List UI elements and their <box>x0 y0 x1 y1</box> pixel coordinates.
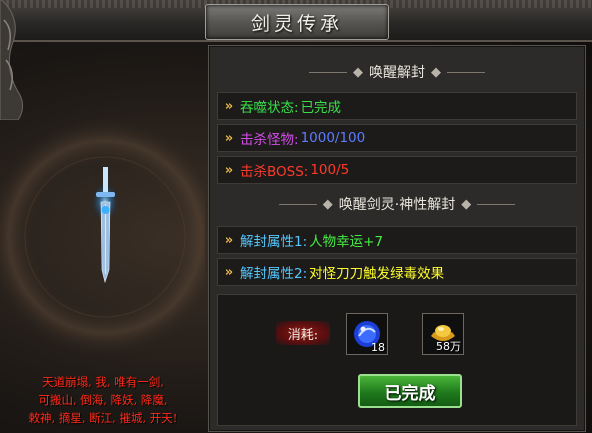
kill-monster-value: 1000/100 <box>300 130 366 146</box>
ornament-icon: ◆ <box>431 64 441 80</box>
sword-spirit-window: 剑灵传承 天道崩塌, 我, 唯有一剑, 可搬山, 倒海, 降妖, 降魔, 敕神,… <box>0 0 592 433</box>
kill-boss-label: 击杀BOSS: <box>240 164 309 180</box>
cost-label: 消耗: <box>276 321 330 345</box>
unseal-attr2-label: 解封属性2: <box>240 266 308 282</box>
unseal-attr2-value: 对怪刀刀触发绿毒效果 <box>309 266 445 282</box>
window-title-plate: 剑灵传承 <box>205 4 389 40</box>
divine-section-title: 唤醒剑灵·神性解封 <box>338 197 456 213</box>
gold-quantity: 58万 <box>436 340 461 353</box>
item-slot-orb[interactable]: 18 <box>346 313 388 355</box>
ornament-icon: ◆ <box>353 64 363 80</box>
orb-quantity: 18 <box>371 341 385 354</box>
kill-monster-row: » 击杀怪物: 1000/100 <box>217 124 577 152</box>
unseal-attr1-value: 人物幸运+7 <box>309 234 384 250</box>
chevron-right-icon: » <box>224 264 234 280</box>
lore-line: 敕神, 摘星, 断江, 摧城, 开天! <box>28 411 178 425</box>
chevron-right-icon: » <box>224 98 234 114</box>
chevron-right-icon: » <box>224 232 234 248</box>
item-slot-gold[interactable]: 58万 <box>422 313 464 355</box>
chevron-right-icon: » <box>224 162 234 178</box>
unseal-attr2-row: » 解封属性2: 对怪刀刀触发绿毒效果 <box>217 258 577 286</box>
awaken-section-title: 唤醒解封 <box>369 65 425 81</box>
completed-button[interactable]: 已完成 <box>358 374 462 408</box>
unseal-attr1-row: » 解封属性1: 人物幸运+7 <box>217 226 577 254</box>
status-value: 已完成 <box>300 100 342 116</box>
awaken-section-header: ◆ 唤醒解封 ◆ <box>217 58 577 86</box>
status-row: » 吞噬状态: 已完成 <box>217 92 577 120</box>
unseal-panel: ◆ 唤醒解封 ◆ » 吞噬状态: 已完成 » 击杀怪物: 1000/100 » … <box>208 45 586 432</box>
ornament-icon: ◆ <box>461 196 472 212</box>
status-label: 吞噬状态: <box>240 100 299 116</box>
window-title: 剑灵传承 <box>250 12 343 35</box>
kill-boss-value: 100/5 <box>310 162 350 178</box>
kill-boss-row: » 击杀BOSS: 100/5 <box>217 156 577 184</box>
unseal-attr1-label: 解封属性1: <box>240 234 308 250</box>
lore-text: 天道崩塌, 我, 唯有一剑, 可搬山, 倒海, 降妖, 降魔, 敕神, 摘星, … <box>8 373 198 427</box>
lore-line: 天道崩塌, 我, 唯有一剑, <box>42 375 164 389</box>
cost-box: 消耗: 18 58万 已完成 <box>217 294 577 426</box>
divine-section-header: ◆ 唤醒剑灵·神性解封 ◆ <box>217 190 577 218</box>
kill-monster-label: 击杀怪物: <box>240 132 299 148</box>
ornament-icon: ◆ <box>322 196 333 212</box>
chevron-right-icon: » <box>224 130 234 146</box>
lore-line: 可搬山, 倒海, 降妖, 降魔, <box>38 393 168 407</box>
